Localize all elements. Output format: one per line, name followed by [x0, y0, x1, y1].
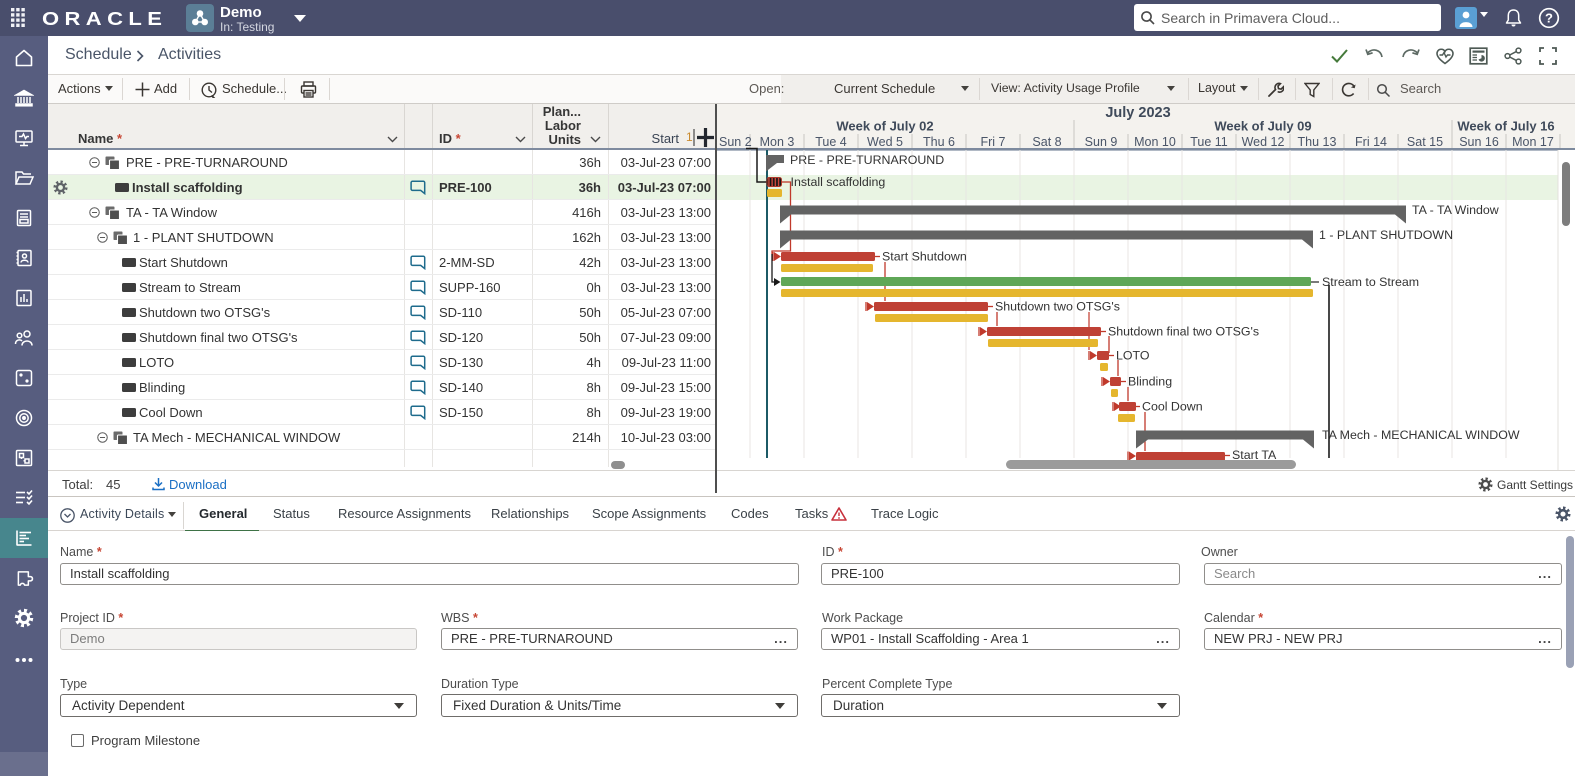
svg-text:Sun 16: Sun 16	[1459, 135, 1499, 149]
svg-text:Tue 4: Tue 4	[815, 135, 847, 149]
svg-text:Sun 2: Sun 2	[719, 135, 752, 149]
svg-text:TA - TA Window: TA - TA Window	[1412, 203, 1499, 217]
svg-text:Thu 6: Thu 6	[923, 135, 955, 149]
svg-text:Stream to Stream: Stream to Stream	[1322, 275, 1419, 289]
svg-text:LOTO: LOTO	[1116, 349, 1150, 363]
svg-text:Thu 13: Thu 13	[1298, 135, 1337, 149]
svg-text:PRE - PRE-TURNAROUND: PRE - PRE-TURNAROUND	[790, 153, 944, 167]
svg-text:Week of July 16: Week of July 16	[1457, 119, 1554, 134]
svg-text:Tue 11: Tue 11	[1190, 135, 1228, 149]
svg-text:Mon 17: Mon 17	[1512, 135, 1554, 149]
svg-text:Week of July 09: Week of July 09	[1214, 119, 1311, 134]
svg-text:Start Shutdown: Start Shutdown	[882, 250, 967, 264]
svg-text:Week of July 02: Week of July 02	[836, 119, 933, 134]
svg-text:Blinding: Blinding	[1128, 375, 1172, 389]
svg-text:TA Mech - MECHANICAL WINDOW: TA Mech - MECHANICAL WINDOW	[1322, 428, 1520, 442]
svg-text:Shutdown two OTSG's: Shutdown two OTSG's	[995, 300, 1120, 314]
svg-text:Start TA: Start TA	[1232, 448, 1277, 462]
svg-text:Wed 5: Wed 5	[867, 135, 903, 149]
svg-text:Install scaffolding: Install scaffolding	[791, 175, 886, 189]
svg-text:Shutdown final two OTSG's: Shutdown final two OTSG's	[1108, 325, 1259, 339]
svg-text:Mon 10: Mon 10	[1134, 135, 1176, 149]
svg-text:Fri 14: Fri 14	[1355, 135, 1387, 149]
svg-text:Cool Down: Cool Down	[1142, 400, 1203, 414]
svg-text:1 - PLANT SHUTDOWN: 1 - PLANT SHUTDOWN	[1319, 228, 1453, 242]
svg-text:Fri 7: Fri 7	[981, 135, 1006, 149]
svg-text:Wed 12: Wed 12	[1242, 135, 1285, 149]
svg-text:Mon 3: Mon 3	[760, 135, 795, 149]
svg-text:?: ?	[1545, 11, 1553, 26]
svg-text:Sat 15: Sat 15	[1407, 135, 1443, 149]
svg-text:Sat 8: Sat 8	[1032, 135, 1061, 149]
svg-text:July 2023: July 2023	[1105, 105, 1170, 121]
svg-text:Sun 9: Sun 9	[1085, 135, 1118, 149]
